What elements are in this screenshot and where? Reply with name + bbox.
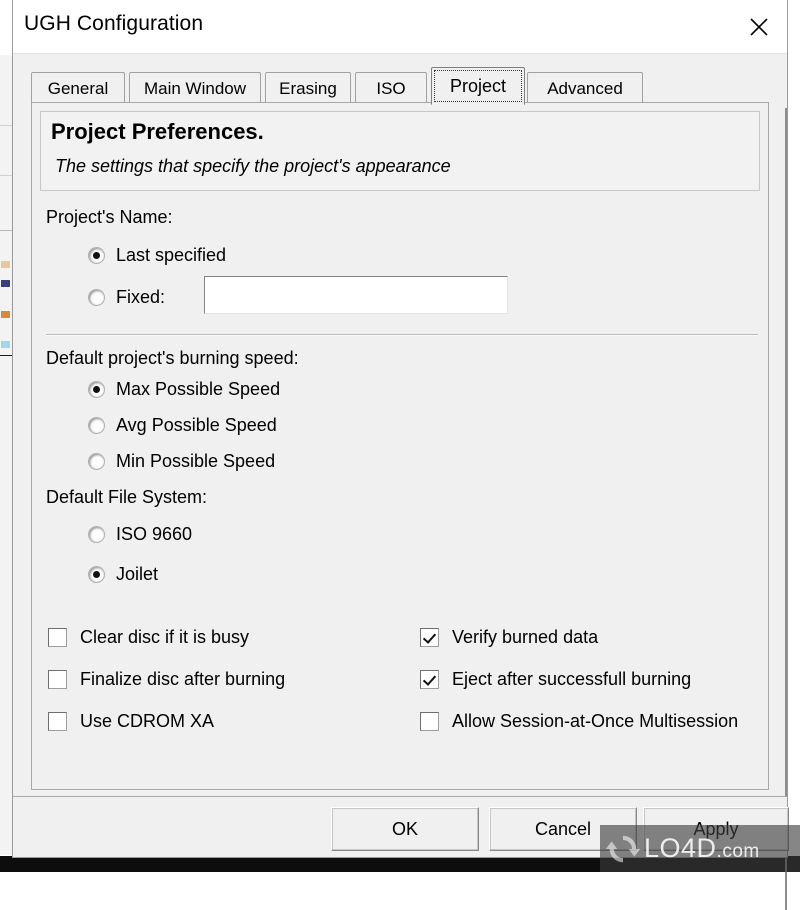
radio-indicator: [88, 452, 105, 470]
separator-after-project-name: [46, 334, 758, 336]
dialog-button-bar: OK Cancel Apply: [13, 796, 789, 857]
tab-erasing[interactable]: Erasing: [265, 72, 351, 104]
checkbox-finalize-disc-after-burning[interactable]: Finalize disc after burning: [48, 666, 285, 692]
tab-iso[interactable]: ISO: [355, 72, 427, 104]
title-bar: UGH Configuration: [13, 0, 787, 54]
cancel-button[interactable]: Cancel: [489, 807, 637, 851]
page-title: Project Preferences.: [51, 119, 264, 144]
window-title: UGH Configuration: [24, 12, 204, 35]
tab-main-window[interactable]: Main Window: [129, 72, 261, 104]
radio-last-specified[interactable]: Last specified: [88, 242, 226, 268]
radio-indicator: [88, 525, 105, 543]
radio-min-possible-speed[interactable]: Min Possible Speed: [88, 448, 275, 474]
project-tab-page: Project Preferences. The settings that s…: [31, 102, 769, 790]
tab-general[interactable]: General: [31, 72, 125, 104]
burning-speed-label: Default project's burning speed:: [46, 348, 299, 368]
checkbox-eject-after-successful-burning[interactable]: Eject after successfull burning: [420, 666, 691, 692]
checkbox-clear-disc-if-busy[interactable]: Clear disc if it is busy: [48, 624, 249, 650]
radio-fixed[interactable]: Fixed:: [88, 284, 165, 310]
checkbox-indicator: [48, 669, 67, 689]
radio-indicator: [88, 246, 105, 264]
checkbox-indicator: [48, 627, 67, 647]
checkbox-indicator: [420, 669, 439, 689]
fixed-project-name-input[interactable]: [204, 276, 508, 314]
window-right-frame: [785, 108, 787, 910]
radio-iso-9660[interactable]: ISO 9660: [88, 521, 192, 547]
checkbox-allow-session-at-once-multisession[interactable]: Allow Session-at-Once Multisession: [420, 708, 738, 734]
page-subtitle: The settings that specify the project's …: [55, 156, 451, 176]
ok-button[interactable]: OK: [331, 807, 479, 851]
radio-max-possible-speed[interactable]: Max Possible Speed: [88, 376, 280, 402]
page-header-box: Project Preferences. The settings that s…: [40, 111, 760, 191]
tab-project[interactable]: Project: [431, 67, 525, 105]
checkbox-indicator: [420, 627, 439, 647]
apply-button[interactable]: Apply: [643, 807, 789, 851]
file-system-label: Default File System:: [46, 487, 208, 507]
project-name-label: Project's Name:: [46, 207, 173, 227]
radio-joilet[interactable]: Joilet: [88, 561, 158, 587]
close-icon[interactable]: [731, 0, 787, 53]
checkbox-verify-burned-data[interactable]: Verify burned data: [420, 624, 598, 650]
dialog-client-area: General Main Window Erasing ISO Project …: [13, 54, 789, 910]
checkbox-indicator: [48, 711, 67, 731]
radio-indicator: [88, 288, 105, 306]
tab-advanced[interactable]: Advanced: [527, 72, 643, 104]
checkbox-use-cdrom-xa[interactable]: Use CDROM XA: [48, 708, 214, 734]
radio-indicator: [88, 416, 105, 434]
checkbox-indicator: [420, 711, 439, 731]
radio-indicator: [88, 565, 105, 583]
ugh-configuration-dialog: UGH Configuration General Main Window Er…: [12, 0, 789, 910]
tab-strip: General Main Window Erasing ISO Project …: [31, 67, 751, 105]
background-taskbar: [0, 856, 800, 872]
radio-indicator: [88, 380, 105, 398]
radio-avg-possible-speed[interactable]: Avg Possible Speed: [88, 412, 277, 438]
